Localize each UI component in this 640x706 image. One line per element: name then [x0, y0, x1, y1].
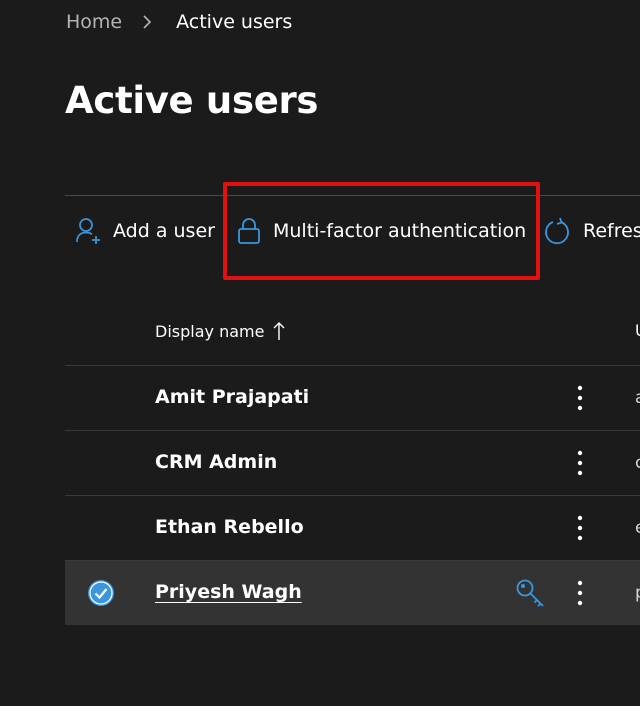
page-title: Active users [65, 79, 319, 122]
lock-icon [238, 218, 260, 244]
column-header-display-name[interactable]: Display name [155, 321, 286, 341]
sort-up-arrow-icon [273, 322, 285, 340]
username-cell: e [635, 518, 640, 538]
breadcrumb: Home Active users [66, 9, 292, 35]
table-row[interactable]: CRM Admin c [65, 431, 640, 496]
column-header-label: Display name [155, 321, 265, 341]
refresh-button[interactable]: Refres [543, 204, 640, 258]
table-row[interactable]: Priyesh Wagh p [65, 561, 640, 625]
user-display-name[interactable]: CRM Admin [155, 451, 277, 473]
add-user-label: Add a user [113, 220, 215, 242]
mfa-label: Multi-factor authentication [273, 220, 527, 242]
add-person-icon [76, 218, 100, 244]
more-vertical-icon[interactable] [568, 577, 592, 609]
refresh-icon [545, 217, 569, 245]
username-cell: p [635, 583, 640, 603]
user-display-name[interactable]: Ethan Rebello [155, 516, 304, 538]
refresh-label: Refres [583, 220, 640, 242]
username-cell: a [635, 388, 640, 408]
breadcrumb-current: Active users [176, 11, 293, 33]
multi-factor-authentication-button[interactable]: Multi-factor authentication [237, 204, 526, 258]
table-header: Display name U [65, 301, 640, 366]
user-display-name[interactable]: Amit Prajapati [155, 386, 309, 408]
more-vertical-icon[interactable] [568, 447, 592, 479]
toolbar-divider [65, 195, 640, 196]
table-row[interactable]: Amit Prajapati a [65, 366, 640, 431]
key-icon[interactable] [515, 578, 547, 610]
checkmark-circle-icon[interactable] [87, 579, 115, 607]
username-cell: c [635, 453, 640, 473]
column-header-next[interactable]: U [635, 321, 640, 340]
more-vertical-icon[interactable] [568, 382, 592, 414]
command-bar: Add a user Multi-factor authentication R… [65, 204, 640, 258]
users-table-body: Amit Prajapati a CRM Admin c Ethan Rebel… [65, 366, 640, 625]
chevron-right-icon [143, 15, 152, 29]
breadcrumb-home-link[interactable]: Home [66, 11, 122, 33]
add-user-button[interactable]: Add a user [75, 204, 215, 258]
table-row[interactable]: Ethan Rebello e [65, 496, 640, 561]
more-vertical-icon[interactable] [568, 512, 592, 544]
user-display-name[interactable]: Priyesh Wagh [155, 581, 302, 603]
